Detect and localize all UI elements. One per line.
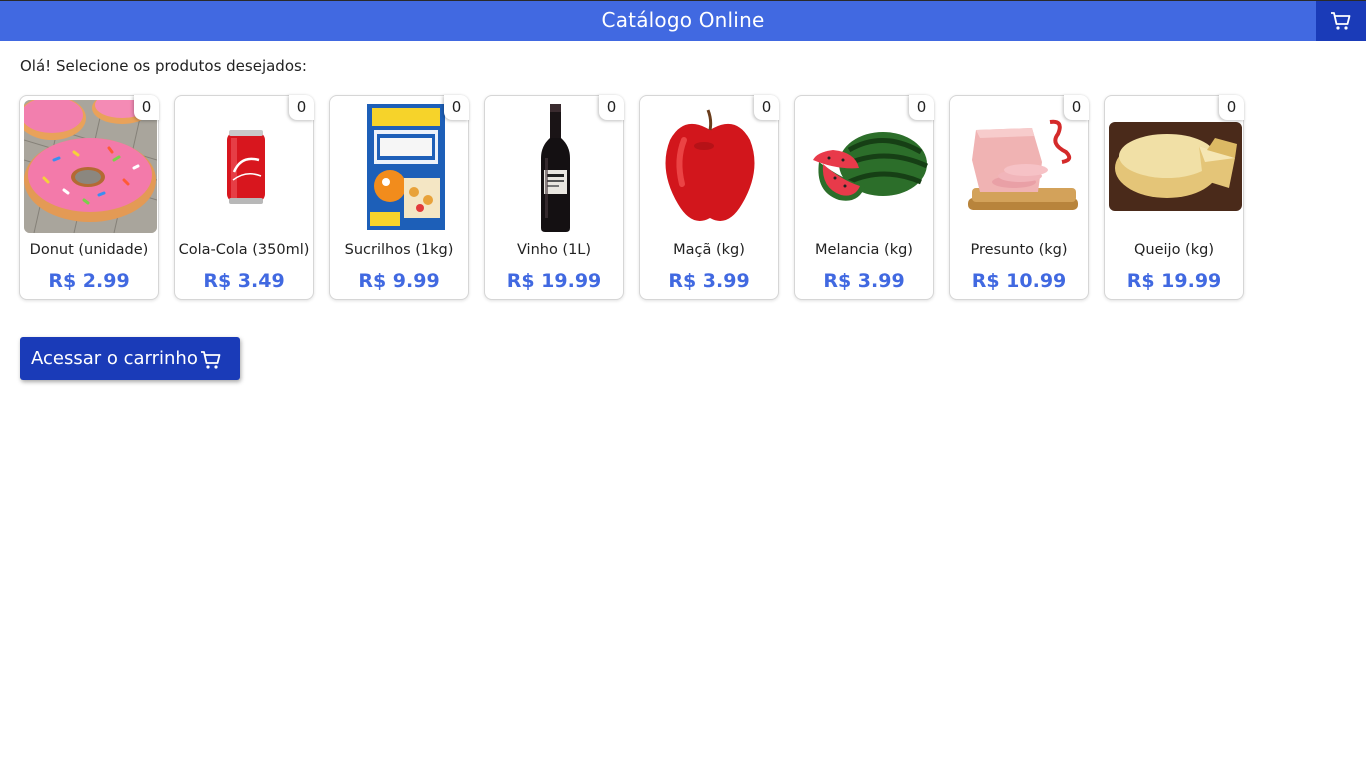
quantity-badge: 0 bbox=[909, 95, 934, 120]
cereal-box-image bbox=[334, 100, 467, 233]
access-cart-button[interactable]: Acessar o carrinho bbox=[20, 337, 240, 380]
product-name: Sucrilhos (1kg) bbox=[344, 242, 454, 258]
product-card-vinho[interactable]: 0 Vinho (1L) R$ 19.99 bbox=[484, 95, 624, 300]
quantity-badge: 0 bbox=[599, 95, 624, 120]
ham-image bbox=[954, 100, 1087, 233]
product-name: Vinho (1L) bbox=[516, 242, 592, 258]
product-price: R$ 2.99 bbox=[48, 270, 130, 292]
quantity-badge: 0 bbox=[1064, 95, 1089, 120]
product-name: Maçã (kg) bbox=[673, 242, 745, 258]
cart-icon bbox=[1331, 12, 1351, 30]
quantity-badge: 0 bbox=[289, 95, 314, 120]
product-price: R$ 3.49 bbox=[203, 270, 285, 292]
donut-image bbox=[24, 100, 157, 233]
product-card-cola[interactable]: 0 Cola-Cola (350ml) R$ 3.49 bbox=[174, 95, 314, 300]
product-name: Melancia (kg) bbox=[815, 242, 913, 258]
greeting-text: Olá! Selecione os produtos desejados: bbox=[20, 57, 307, 75]
product-price: R$ 10.99 bbox=[971, 270, 1067, 292]
product-card-donut[interactable]: 0 Donut (unidade) R$ 2.99 bbox=[19, 95, 159, 300]
product-price: R$ 19.99 bbox=[1126, 270, 1222, 292]
product-price: R$ 19.99 bbox=[506, 270, 602, 292]
product-price: R$ 3.99 bbox=[668, 270, 750, 292]
quantity-badge: 0 bbox=[1219, 95, 1244, 120]
product-card-maca[interactable]: 0 Maçã (kg) R$ 3.99 bbox=[639, 95, 779, 300]
product-price: R$ 9.99 bbox=[358, 270, 440, 292]
product-name: Donut (unidade) bbox=[29, 242, 149, 258]
top-bar: Catálogo Online bbox=[0, 0, 1366, 41]
access-cart-label: Acessar o carrinho bbox=[31, 348, 198, 369]
product-card-presunto[interactable]: 0 Presunto (kg) R$ 10.99 bbox=[949, 95, 1089, 300]
product-name: Queijo (kg) bbox=[1134, 242, 1214, 258]
apple-image bbox=[644, 100, 777, 233]
quantity-badge: 0 bbox=[134, 95, 159, 120]
product-price: R$ 3.99 bbox=[823, 270, 905, 292]
header-cart-button[interactable] bbox=[1316, 1, 1366, 41]
cart-icon bbox=[200, 350, 221, 369]
product-card-sucrilhos[interactable]: 0 Sucrilhos (1kg) R$ 9.99 bbox=[329, 95, 469, 300]
wine-bottle-image bbox=[489, 100, 622, 233]
page-title: Catálogo Online bbox=[601, 8, 765, 32]
cheese-image bbox=[1109, 100, 1242, 233]
watermelon-image bbox=[799, 100, 932, 233]
product-card-melancia[interactable]: 0 Melancia (kg) R$ 3.99 bbox=[794, 95, 934, 300]
product-name: Cola-Cola (350ml) bbox=[178, 242, 310, 258]
quantity-badge: 0 bbox=[754, 95, 779, 120]
quantity-badge: 0 bbox=[444, 95, 469, 120]
product-name: Presunto (kg) bbox=[970, 242, 1068, 258]
cola-can-image bbox=[179, 100, 312, 233]
product-card-queijo[interactable]: 0 Queijo (kg) R$ 19.99 bbox=[1104, 95, 1244, 300]
